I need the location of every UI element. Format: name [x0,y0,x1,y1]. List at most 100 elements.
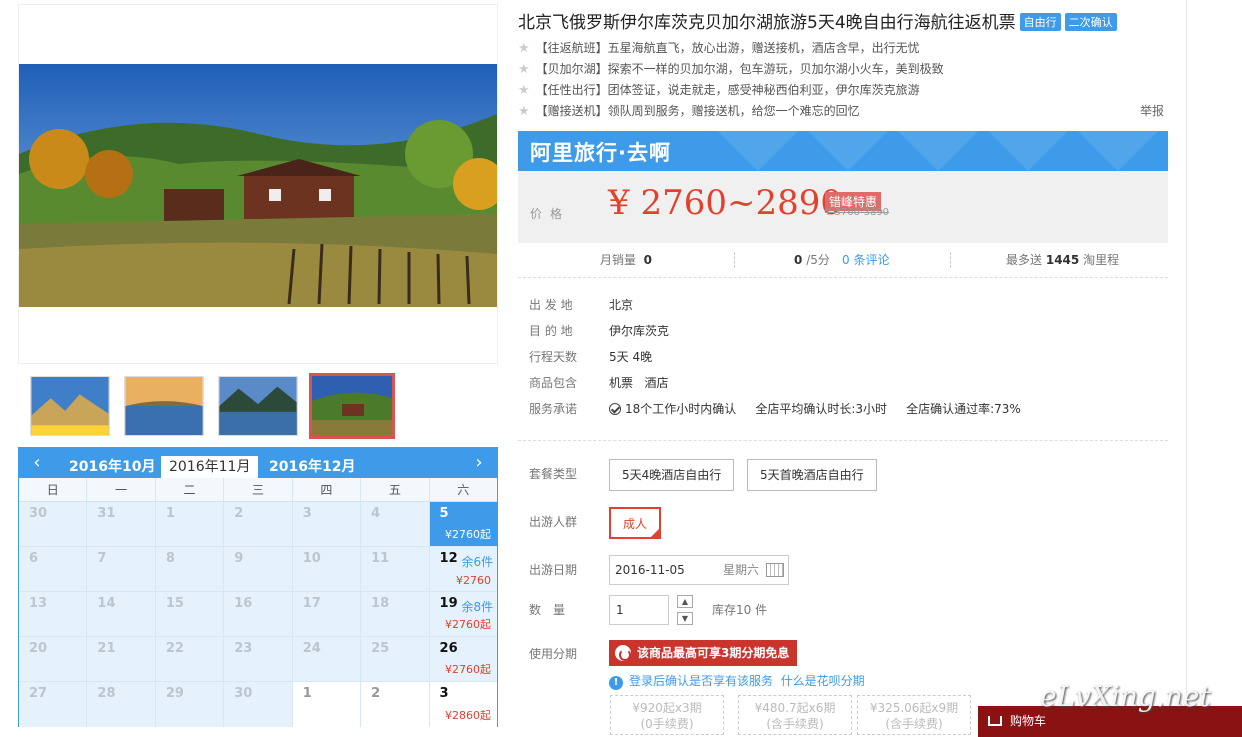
sales-stats: 月销量 0 0 /5分 0 条评论 最多送 1445 淘里程 [518,248,1168,278]
package-option-1[interactable]: 5天4晚酒店自由行 [609,459,735,491]
calendar-day: 10 [292,547,362,591]
next-month-icon[interactable]: › [469,452,489,473]
monthly-sales: 月销量 0 [600,253,653,267]
installment-plan-6[interactable]: ¥480.7起x6期 (含手续费) [738,695,852,735]
feature-list: ★ 【往返航班】五星海航直飞，放心出游，赠送接机，酒店含早，出行无忧 ★ 【贝加尔湖… [518,38,944,122]
check-circle-icon [609,403,621,415]
calendar-day: 13 [19,592,88,636]
day-number: 1 [302,686,312,701]
product-info: 出 发 地北京 目 的 地伊尔库茨克 行程天数 5天 4晚 商品包含 机票 酒店 服… [529,296,1021,426]
day-price: ¥2760起 [444,618,491,631]
calendar-day: 31 [87,502,156,546]
calendar-month-tab-active[interactable]: 2016年11月 [161,456,259,478]
calendar-day: 1 [155,502,225,546]
report-link[interactable]: 举报 [1140,102,1164,119]
calendar-day-available[interactable]: 5 ¥2760起 [429,502,497,546]
thumbnail-1[interactable] [30,376,110,436]
day-number: 29 [165,686,184,701]
installment-plan-3[interactable]: ¥920起x3期 (0手续费) [610,695,724,735]
calendar-week-row: 30 31 1 2 3 4 5 ¥2760起 [19,502,497,547]
star-icon: ★ [518,41,530,56]
weekday-label: 四 [293,478,362,501]
calendar-week-row: 27 28 29 30 1 2 3 ¥2860起 [19,682,497,727]
weekday-label: 一 [87,478,156,501]
brand-banner: 阿里旅行·去啊 [518,131,1168,171]
day-number: 10 [302,551,321,566]
brand-logo: 阿里旅行·去啊 [530,141,671,165]
site-watermark: eLvXing.net [1040,680,1211,713]
calendar-day: 17 [292,592,362,636]
weekday-label: 二 [156,478,225,501]
feature-item: ★ 【任性出行】团体签证，说走就走，感受神秘西伯利亚，伊尔库茨克旅游 [518,83,920,98]
mileage-reward: 最多送 1445 淘里程 [1006,253,1120,267]
price-panel: 阿里旅行·去啊 价格 ¥ 2760~2890 错峰特惠 ¥ 3760-3890 [518,131,1168,243]
calendar-week-row: 6 7 8 9 10 11 12 余6件 ¥2760 [19,547,497,592]
calendar-day-available[interactable]: 19 余8件 ¥2760起 [429,592,497,636]
calendar-header: ‹ 2016年10月 2016年11月 2016年12月 › [19,448,497,478]
badge-second-confirm: 二次确认 [1064,13,1117,31]
star-icon: ★ [518,104,530,119]
star-icon: ★ [518,62,530,77]
badge-free-travel: 自由行 [1019,13,1061,31]
decrement-icon[interactable]: ▼ [677,612,693,625]
calendar-icon[interactable] [766,563,784,577]
rating-score: 0 /5分 [794,253,830,267]
calendar-day: 25 [361,637,430,681]
day-number: 9 [234,551,244,566]
calendar-day-available[interactable]: 26 ¥2760起 [429,637,497,681]
traveler-option-adult[interactable]: 成人 [609,507,662,539]
day-number: 21 [97,641,116,656]
day-number: 14 [97,596,116,611]
calendar-day-available[interactable]: 12 余6件 ¥2760 [429,547,497,591]
day-price: ¥2760 [455,574,491,587]
price-value: ¥ 2760~2890 [608,183,842,223]
day-number: 15 [165,596,184,611]
day-number: 13 [29,596,48,611]
calendar-month-tab[interactable]: 2016年12月 [261,456,363,478]
prev-month-icon[interactable]: ‹ [27,452,47,473]
travel-date-input[interactable]: 2016-11-05 星期六 [609,555,789,585]
info-row-destination: 目 的 地伊尔库茨克 [529,324,670,338]
calendar-day: 1 [292,682,362,727]
installment-banner: 该商品最高可享3期分期免息 [609,640,798,666]
calendar-day: 22 [155,637,225,681]
original-price: ¥ 3760-3890 [825,207,890,218]
day-number: 26 [439,641,458,656]
calendar-day: 29 [155,682,225,727]
quantity-input[interactable]: 1 [609,595,669,625]
day-price: ¥2860起 [444,709,491,722]
product-detail: 北京飞俄罗斯伊尔库茨克贝加尔湖旅游5天4晚自由行海航往返机票 自由行 二次确认 ★ 【… [518,0,1168,737]
huabei-note: ! 登录后确认是否享有该服务 什么是花呗分期 [609,672,865,690]
calendar-day: 6 [19,547,88,591]
calendar-day: 18 [361,592,430,636]
thumbnail-4-selected[interactable] [309,373,395,439]
thumbnail-3[interactable] [218,376,298,436]
calendar-day: 9 [224,547,293,591]
thumbnail-2[interactable] [124,376,204,436]
info-row-duration: 行程天数 5天 4晚 [529,350,653,364]
day-number: 28 [97,686,116,701]
calendar-day: 3 [292,502,362,546]
calendar-day: 2 [361,682,430,727]
day-number: 25 [371,641,390,656]
weekday-header: 日一二三四五 六 [19,478,497,502]
review-count-link[interactable]: 0 条评论 [842,252,889,268]
star-icon: ★ [518,83,530,98]
info-icon: ! [609,676,623,690]
date-label: 出游日期 [529,563,578,577]
gallery-and-calendar: ‹ 2016年10月 2016年11月 2016年12月 › 日一二三四五 六 3… [18,4,498,737]
day-number: 12 [439,551,458,566]
calendar-month-tab[interactable]: 2016年10月 [61,456,163,478]
day-number: 17 [302,596,321,611]
installment-plan-9[interactable]: ¥325.06起x9期 (含手续费) [857,695,971,735]
calendar-week-row: 13 14 15 16 17 18 19 余8件 ¥2760起 [19,592,497,637]
calendar-grid: 30 31 1 2 3 4 5 ¥2760起 6 7 8 9 10 11 12 余6件 ¥2760 13 14 15 1… [19,502,497,727]
thumbnail-strip [18,372,498,442]
huabei-link[interactable]: 什么是花呗分期 [781,674,865,688]
calendar-day: 27 [19,682,88,727]
day-number: 19 [439,596,458,611]
calendar-day-available[interactable]: 3 ¥2860起 [429,682,497,727]
increment-icon[interactable]: ▲ [677,595,693,608]
calendar-day: 14 [87,592,156,636]
package-option-2[interactable]: 5天首晚酒店自由行 [747,459,877,491]
